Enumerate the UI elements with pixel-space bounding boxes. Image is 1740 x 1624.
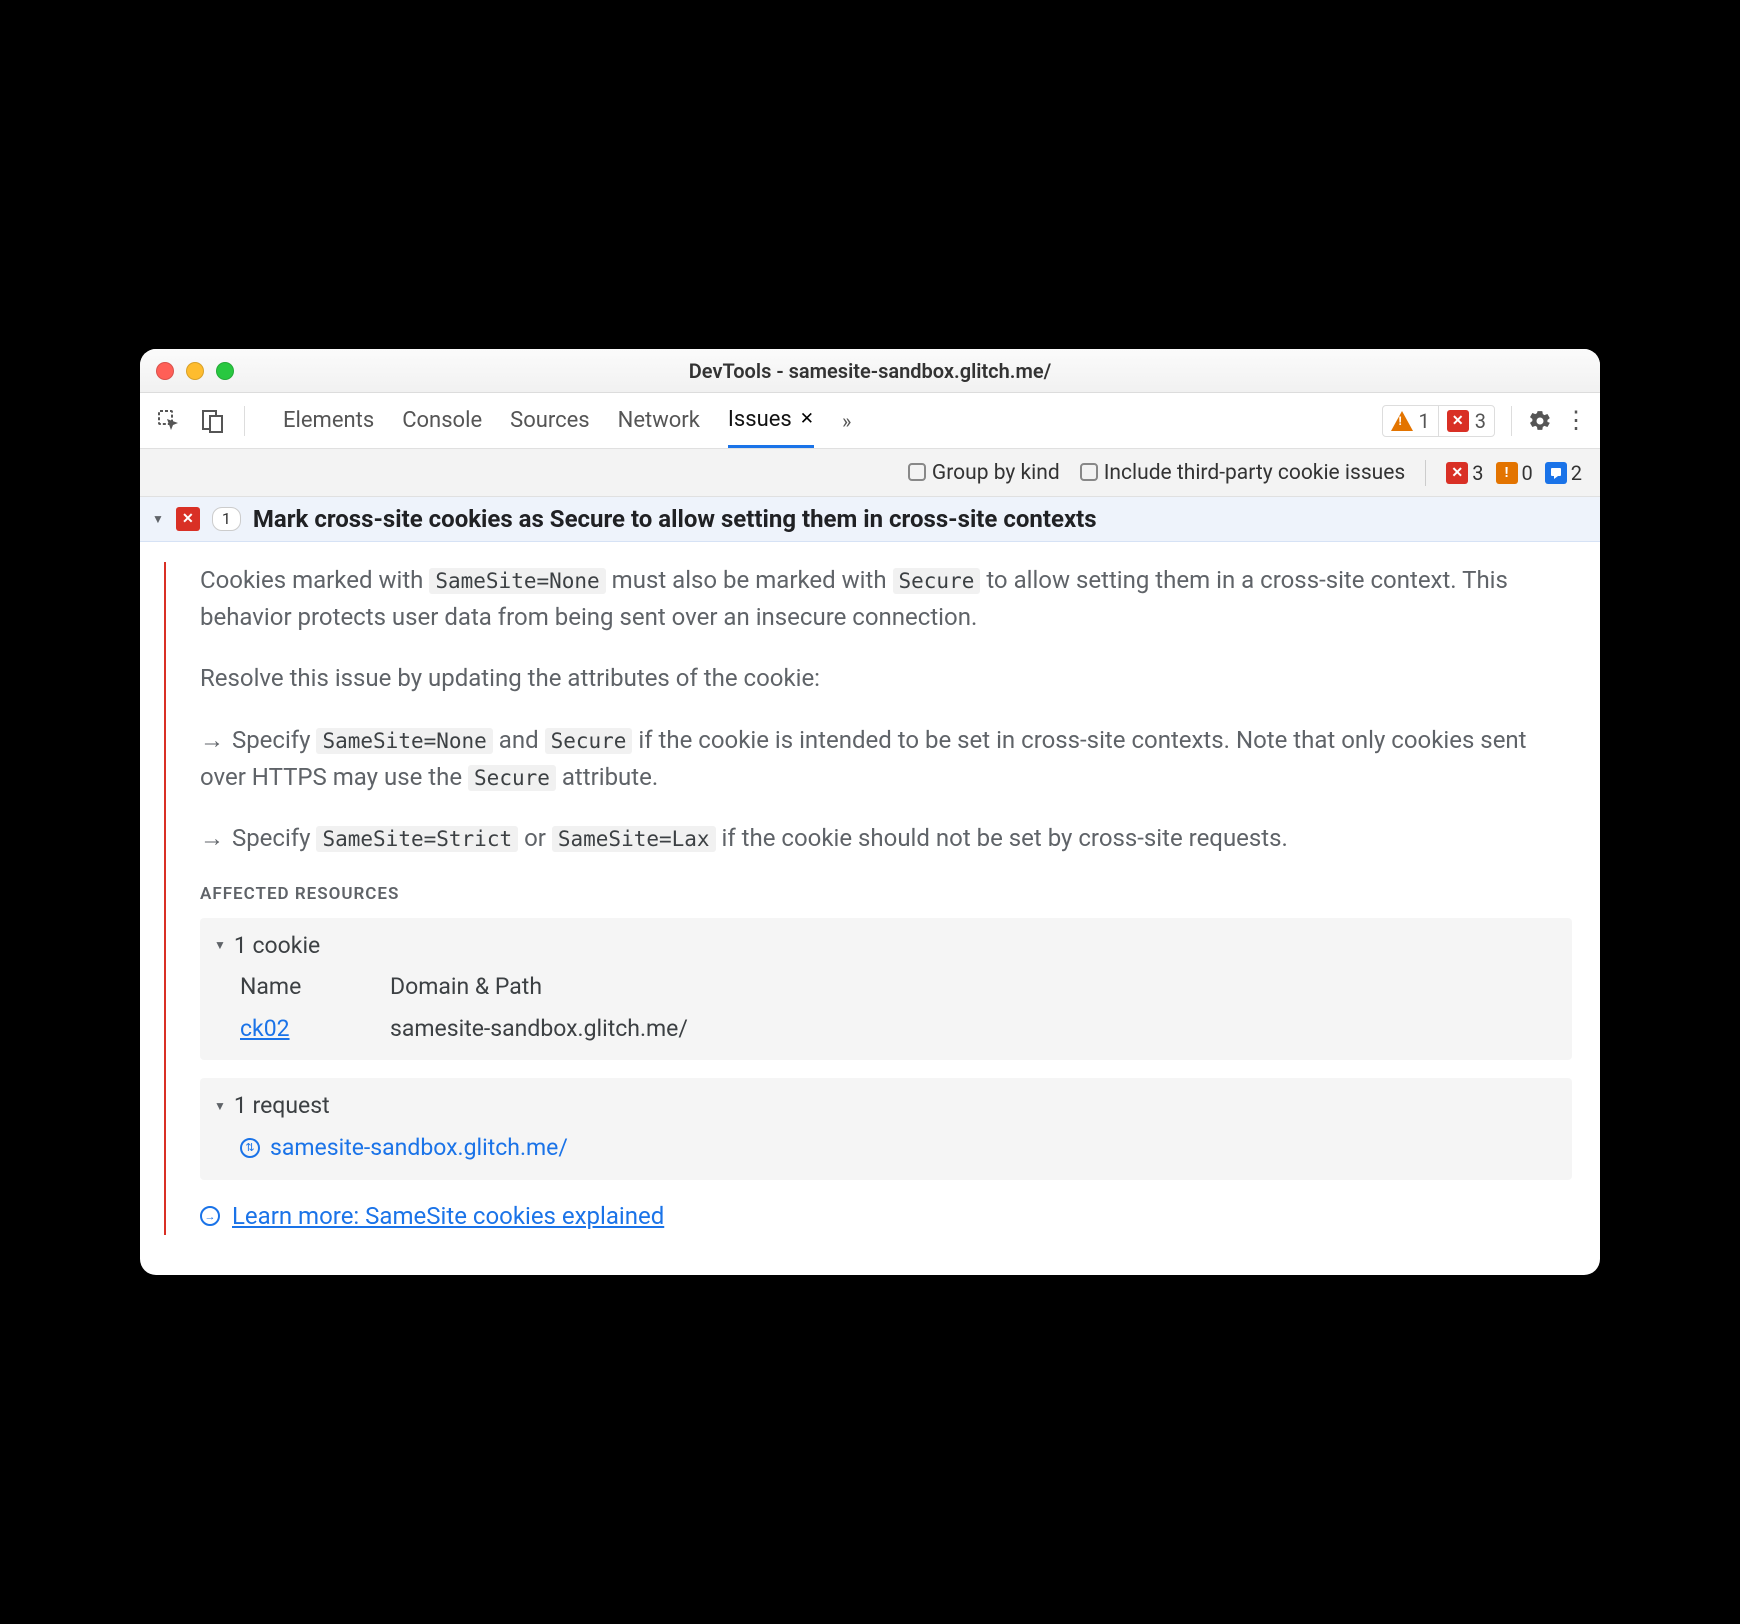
tab-network[interactable]: Network bbox=[618, 393, 700, 448]
code-secure: Secure bbox=[893, 568, 981, 594]
include-third-party-checkbox[interactable]: Include third-party cookie issues bbox=[1080, 461, 1406, 485]
cookie-name-link[interactable]: ck02 bbox=[240, 1011, 360, 1047]
error-icon: ✕ bbox=[176, 507, 200, 531]
affected-cookies-box: ▼ 1 cookie Name Domain & Path ck02 sames… bbox=[200, 918, 1572, 1061]
panel-tabs: Elements Console Sources Network Issues … bbox=[263, 393, 851, 448]
arrow-icon: → bbox=[200, 820, 226, 857]
window-title: DevTools - samesite-sandbox.glitch.me/ bbox=[140, 359, 1600, 383]
issue-row-header[interactable]: ▼ ✕ 1 Mark cross-site cookies as Secure … bbox=[140, 497, 1600, 542]
arrow-icon: → bbox=[200, 722, 226, 759]
more-options-icon[interactable]: ⋮ bbox=[1564, 416, 1590, 426]
inspect-element-icon[interactable] bbox=[156, 408, 182, 434]
affected-requests-toggle[interactable]: ▼ 1 request bbox=[214, 1088, 1558, 1124]
affected-requests-box: ▼ 1 request ⇅ samesite-sandbox.glitch.me… bbox=[200, 1078, 1572, 1179]
stat-warnings[interactable]: ! 0 bbox=[1496, 461, 1533, 485]
settings-gear-icon[interactable] bbox=[1528, 409, 1554, 433]
code-secure: Secure bbox=[545, 728, 633, 754]
close-tab-icon[interactable]: ✕ bbox=[800, 409, 814, 429]
warning-count: 1 bbox=[1419, 409, 1430, 433]
issues-filter-bar: Group by kind Include third-party cookie… bbox=[140, 449, 1600, 497]
cookies-table: Name Domain & Path ck02 samesite-sandbox… bbox=[240, 969, 1558, 1046]
code-samesite-none: SameSite=None bbox=[316, 728, 492, 754]
device-toolbar-icon[interactable] bbox=[200, 408, 226, 434]
external-link-icon: → bbox=[200, 1206, 220, 1226]
warning-icon bbox=[1391, 411, 1413, 431]
col-domain-header: Domain & Path bbox=[390, 969, 1558, 1005]
code-samesite-none: SameSite=None bbox=[429, 568, 605, 594]
affected-cookies-toggle[interactable]: ▼ 1 cookie bbox=[214, 928, 1558, 964]
expand-toggle-icon: ▼ bbox=[214, 936, 226, 955]
tab-elements[interactable]: Elements bbox=[283, 393, 374, 448]
info-icon bbox=[1545, 462, 1567, 484]
tab-sources[interactable]: Sources bbox=[510, 393, 590, 448]
devtools-window: DevTools - samesite-sandbox.glitch.me/ E… bbox=[140, 349, 1600, 1275]
error-count: 3 bbox=[1475, 409, 1486, 433]
tabs-overflow-icon[interactable]: » bbox=[842, 409, 851, 433]
minimize-window-button[interactable] bbox=[186, 362, 204, 380]
cookie-domain-value: samesite-sandbox.glitch.me/ bbox=[390, 1011, 1558, 1047]
issue-suggestion-2: → Specify SameSite=Strict or SameSite=La… bbox=[200, 820, 1572, 857]
traffic-lights bbox=[156, 362, 234, 380]
code-secure: Secure bbox=[468, 765, 556, 791]
issue-description-1: Cookies marked with SameSite=None must a… bbox=[200, 562, 1572, 636]
tab-issues[interactable]: Issues ✕ bbox=[728, 393, 814, 448]
request-link[interactable]: ⇅ samesite-sandbox.glitch.me/ bbox=[240, 1130, 1558, 1166]
issue-title: Mark cross-site cookies as Secure to all… bbox=[253, 505, 1097, 533]
errors-indicator[interactable]: ✕ 3 bbox=[1438, 405, 1495, 437]
stat-info[interactable]: 2 bbox=[1545, 461, 1582, 485]
checkbox-icon bbox=[1080, 463, 1098, 481]
code-samesite-strict: SameSite=Strict bbox=[316, 826, 518, 852]
error-icon: ✕ bbox=[1446, 462, 1468, 484]
warnings-indicator[interactable]: 1 bbox=[1382, 405, 1439, 437]
zoom-window-button[interactable] bbox=[216, 362, 234, 380]
error-icon: ✕ bbox=[1447, 410, 1469, 432]
issue-suggestion-1: → Specify SameSite=None and Secure if th… bbox=[200, 722, 1572, 796]
issue-body: Cookies marked with SameSite=None must a… bbox=[140, 542, 1600, 1275]
close-window-button[interactable] bbox=[156, 362, 174, 380]
col-name-header: Name bbox=[240, 969, 360, 1005]
severity-rail bbox=[164, 562, 166, 1235]
titlebar: DevTools - samesite-sandbox.glitch.me/ bbox=[140, 349, 1600, 393]
expand-toggle-icon: ▼ bbox=[214, 1097, 226, 1116]
issue-description-2: Resolve this issue by updating the attri… bbox=[200, 660, 1572, 697]
tab-console[interactable]: Console bbox=[402, 393, 482, 448]
affected-resources-label: Affected Resources bbox=[200, 881, 1572, 907]
main-toolbar: Elements Console Sources Network Issues … bbox=[140, 393, 1600, 449]
group-by-kind-checkbox[interactable]: Group by kind bbox=[908, 461, 1060, 485]
warning-icon: ! bbox=[1496, 462, 1518, 484]
expand-toggle-icon[interactable]: ▼ bbox=[152, 512, 164, 526]
issue-occurrence-count: 1 bbox=[212, 507, 241, 531]
request-icon: ⇅ bbox=[240, 1138, 260, 1158]
learn-more-link[interactable]: → Learn more: SameSite cookies explained bbox=[200, 1198, 1572, 1235]
stat-errors[interactable]: ✕ 3 bbox=[1446, 461, 1483, 485]
checkbox-icon bbox=[908, 463, 926, 481]
tab-issues-label: Issues bbox=[728, 407, 792, 432]
code-samesite-lax: SameSite=Lax bbox=[552, 826, 716, 852]
issue-counts: ✕ 3 ! 0 2 bbox=[1446, 461, 1582, 485]
